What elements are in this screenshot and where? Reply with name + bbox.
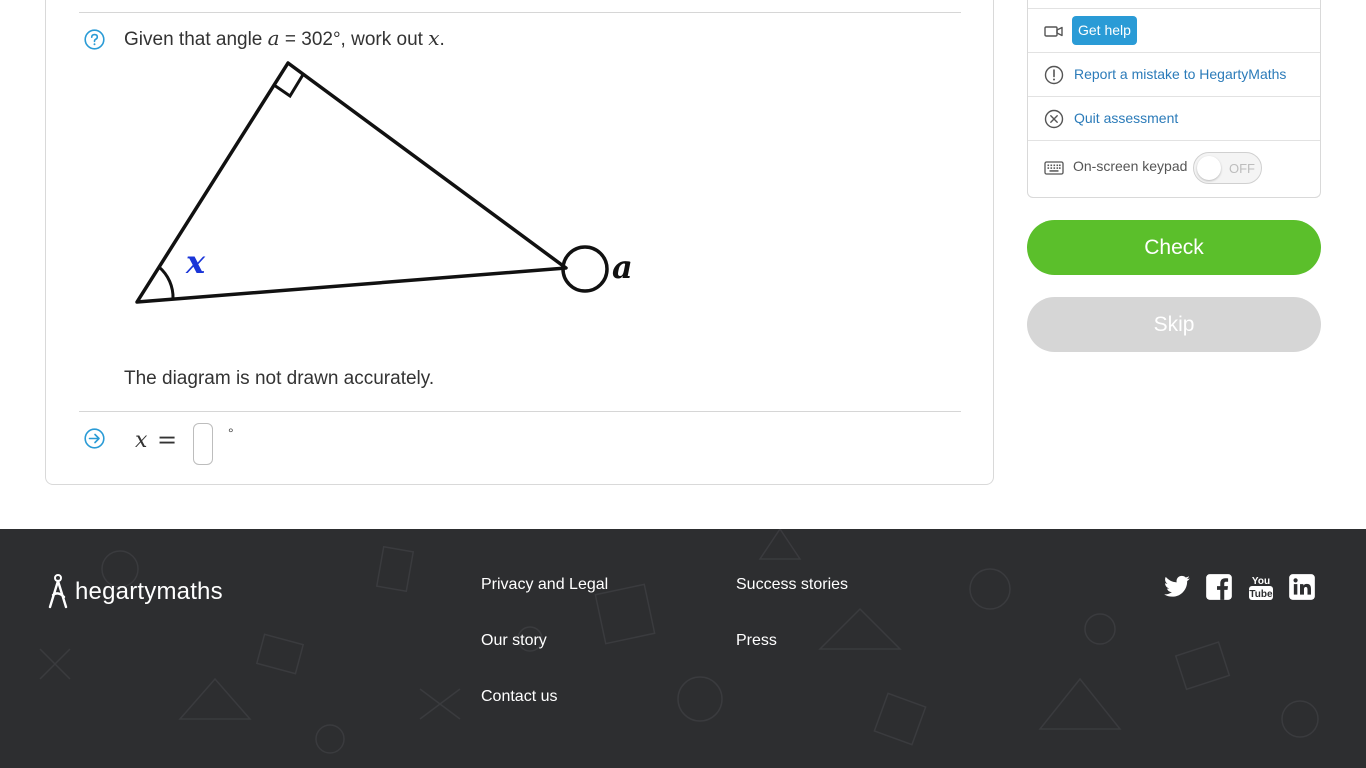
answer-divider [79,411,961,412]
facebook-icon[interactable] [1205,573,1233,601]
footer-pattern [39,529,1319,754]
keypad-row: On-screen keypad OFF [1028,140,1320,196]
angle-x-arc [157,265,175,300]
help-panel: Get help Report a mistake to HegartyMath… [1027,0,1321,198]
close-circle-icon [1044,109,1064,129]
privacy-legal-link[interactable]: Privacy and Legal [481,576,608,594]
success-stories-link[interactable]: Success stories [736,576,848,594]
answer-variable: x [135,428,148,453]
question-text: Given that angle a = 302°, work out x. [124,26,445,51]
exclamation-circle-icon [1044,65,1064,85]
question-mark-icon[interactable] [84,29,105,50]
get-help-button[interactable]: Get help [1072,16,1137,45]
hegartymaths-logo-icon[interactable] [45,573,71,609]
contact-us-link[interactable]: Contact us [481,688,557,706]
press-link[interactable]: Press [736,632,777,650]
get-help-row: Get help [1028,8,1320,52]
twitter-icon[interactable] [1163,573,1191,601]
quit-row[interactable]: Quit assessment [1028,96,1320,140]
question-middle: = 302°, work out [279,29,429,50]
keypad-toggle[interactable]: OFF [1193,152,1262,184]
variable-x: x [428,26,440,50]
angle-a-circle [561,245,609,293]
linkedin-icon[interactable] [1288,573,1316,601]
question-suffix: . [439,29,445,50]
keyboard-icon [1044,161,1064,175]
video-camera-icon [1044,26,1063,37]
svg-text:You: You [1252,576,1270,587]
variable-a: a [267,26,280,50]
triangle-diagram: x a [135,61,633,304]
question-card: Given that angle a = 302°, work out x. x… [45,0,994,485]
keypad-label: On-screen keypad [1073,158,1188,174]
logo-text[interactable]: hegartymaths [75,578,223,606]
degree-unit: ° [228,425,234,441]
svg-text:Tube: Tube [1249,589,1273,600]
top-divider [79,12,961,13]
question-prefix: Given that angle [124,29,268,50]
skip-button[interactable]: Skip [1027,297,1321,352]
footer: hegartymaths Privacy and Legal Our story… [0,529,1366,768]
diagram-note: The diagram is not drawn accurately. [124,368,435,389]
angle-x-label: x [185,243,206,281]
angle-a-label: a [612,248,633,286]
quit-assessment-link[interactable]: Quit assessment [1074,110,1178,126]
answer-input[interactable] [193,423,213,465]
report-mistake-link[interactable]: Report a mistake to HegartyMaths [1074,66,1286,82]
answer-equals: = [157,426,178,454]
arrow-right-circle-icon [84,428,105,449]
toggle-knob [1197,156,1221,180]
report-row[interactable]: Report a mistake to HegartyMaths [1028,52,1320,96]
youtube-icon[interactable]: You Tube [1247,573,1275,601]
toggle-state: OFF [1229,161,1255,176]
check-button[interactable]: Check [1027,220,1321,275]
our-story-link[interactable]: Our story [481,632,547,650]
